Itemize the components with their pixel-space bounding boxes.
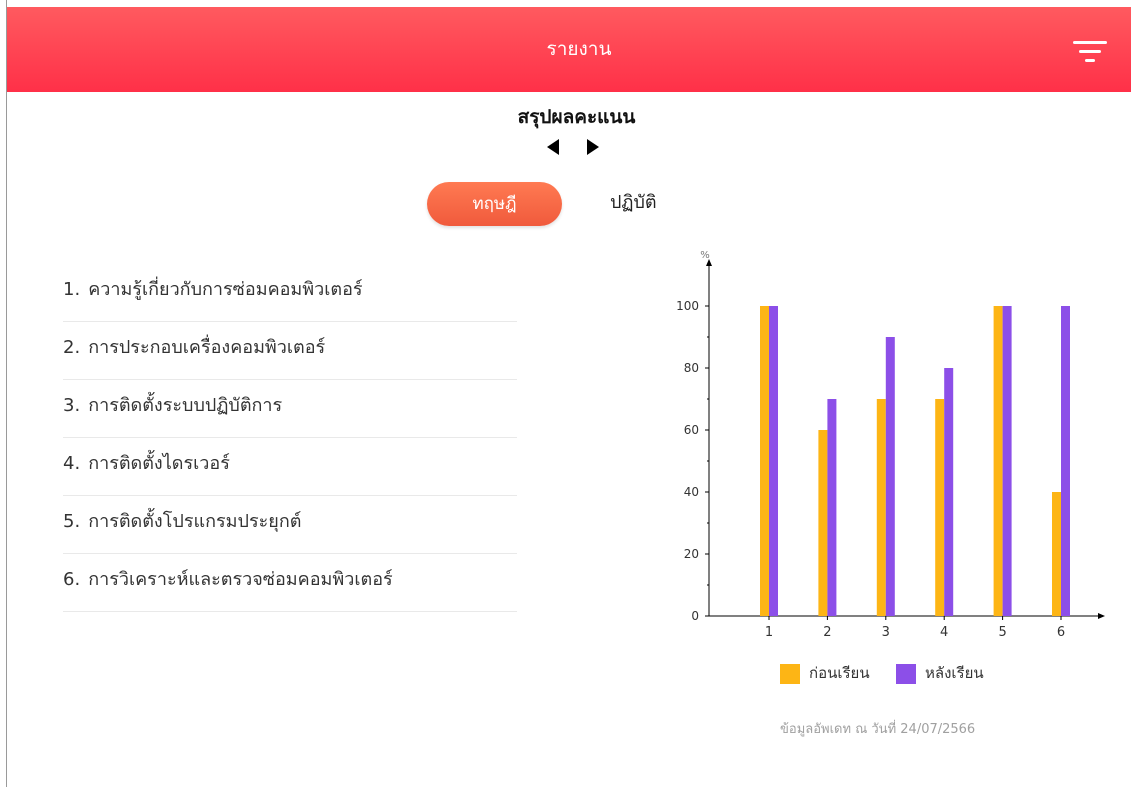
update-note: ข้อมูลอัพเดท ณ วันที่ 24/07/2566 (780, 722, 976, 737)
legend-item-after: หลังเรียน (896, 662, 984, 684)
filter-icon-line (1085, 59, 1095, 62)
topic-label: การติดตั้งโปรแกรมประยุกต์ (88, 511, 302, 532)
filter-icon-line (1079, 50, 1101, 53)
x-axis-arrow (1098, 613, 1105, 619)
filter-icon-line (1073, 41, 1107, 44)
topic-number: 1. (63, 279, 81, 300)
x-tick-label: 1 (765, 625, 773, 640)
topic-number: 3. (63, 395, 81, 416)
legend-label: หลังเรียน (925, 664, 984, 682)
top-bar: รายงาน (7, 7, 1131, 92)
bar-before (1052, 492, 1061, 616)
topic-number: 4. (63, 453, 81, 474)
topic-item[interactable]: 3. การติดตั้งระบบปฏิบัติการ (63, 380, 517, 438)
bar-after (827, 399, 837, 616)
score-chart: % 0 20 40 60 80 100 1 2 3 4 5 6 (660, 242, 1120, 642)
topic-number: 2. (63, 337, 81, 358)
y-tick-label: 80 (684, 361, 699, 375)
bar-before (876, 399, 886, 616)
y-tick-label: 60 (684, 423, 699, 437)
legend-item-before: ก่อนเรียน (780, 662, 870, 684)
topic-item[interactable]: 1. ความรู้เกี่ยวกับการซ่อมคอมพิวเตอร์ (63, 264, 517, 322)
tab-practice[interactable]: ปฏิบัติ (600, 186, 667, 220)
caret-left-icon[interactable] (546, 138, 560, 156)
topic-item[interactable]: 5. การติดตั้งโปรแกรมประยุกต์ (63, 496, 517, 554)
topic-label: การติดตั้งไดรเวอร์ (88, 453, 230, 474)
legend-swatch (780, 663, 800, 684)
y-tick-label: 40 (684, 485, 699, 499)
page-title: รายงาน (546, 38, 612, 60)
bar-after (885, 337, 895, 616)
filter-icon[interactable] (1073, 41, 1107, 67)
bar-before (993, 306, 1003, 616)
legend-swatch (896, 663, 916, 684)
y-tick-label: 100 (676, 299, 699, 313)
tab-theory[interactable]: ทฤษฎี (427, 182, 562, 226)
x-tick-label: 5 (998, 625, 1006, 640)
topic-label: ความรู้เกี่ยวกับการซ่อมคอมพิวเตอร์ (88, 279, 363, 300)
caret-right-icon[interactable] (586, 138, 600, 156)
topic-label: การประกอบเครื่องคอมพิวเตอร์ (88, 337, 326, 358)
bar-after (1061, 306, 1070, 616)
x-tick-label: 3 (882, 625, 890, 640)
summary-navigation (546, 138, 606, 158)
y-tick-label: 0 (691, 609, 699, 623)
bar-chart: % 0 20 40 60 80 100 1 2 3 4 5 6 (676, 250, 1105, 640)
topic-item[interactable]: 4. การติดตั้งไดรเวอร์ (63, 438, 517, 496)
summary-title: สรุปผลคะแนน (517, 106, 636, 128)
bar-after (944, 368, 954, 616)
y-axis-unit-label: % (700, 250, 710, 261)
bar-before (760, 306, 769, 616)
bar-after (1002, 306, 1012, 616)
bar-after (769, 306, 778, 616)
topic-item[interactable]: 6. การวิเคราะห์และตรวจซ่อมคอมพิวเตอร์ (63, 554, 517, 612)
x-tick-label: 6 (1057, 625, 1065, 640)
topic-number: 5. (63, 511, 81, 532)
legend-label: ก่อนเรียน (809, 664, 870, 682)
topic-number: 6. (63, 569, 81, 590)
topic-label: การวิเคราะห์และตรวจซ่อมคอมพิวเตอร์ (88, 569, 393, 590)
x-tick-label: 2 (823, 625, 831, 640)
topic-item[interactable]: 2. การประกอบเครื่องคอมพิวเตอร์ (63, 322, 517, 380)
topic-list: 1. ความรู้เกี่ยวกับการซ่อมคอมพิวเตอร์ 2. ก… (63, 264, 517, 612)
y-tick-label: 20 (684, 547, 699, 561)
bar-before (818, 430, 828, 616)
topic-label: การติดตั้งระบบปฏิบัติการ (88, 395, 283, 416)
x-tick-label: 4 (940, 625, 948, 640)
bar-before (935, 399, 945, 616)
